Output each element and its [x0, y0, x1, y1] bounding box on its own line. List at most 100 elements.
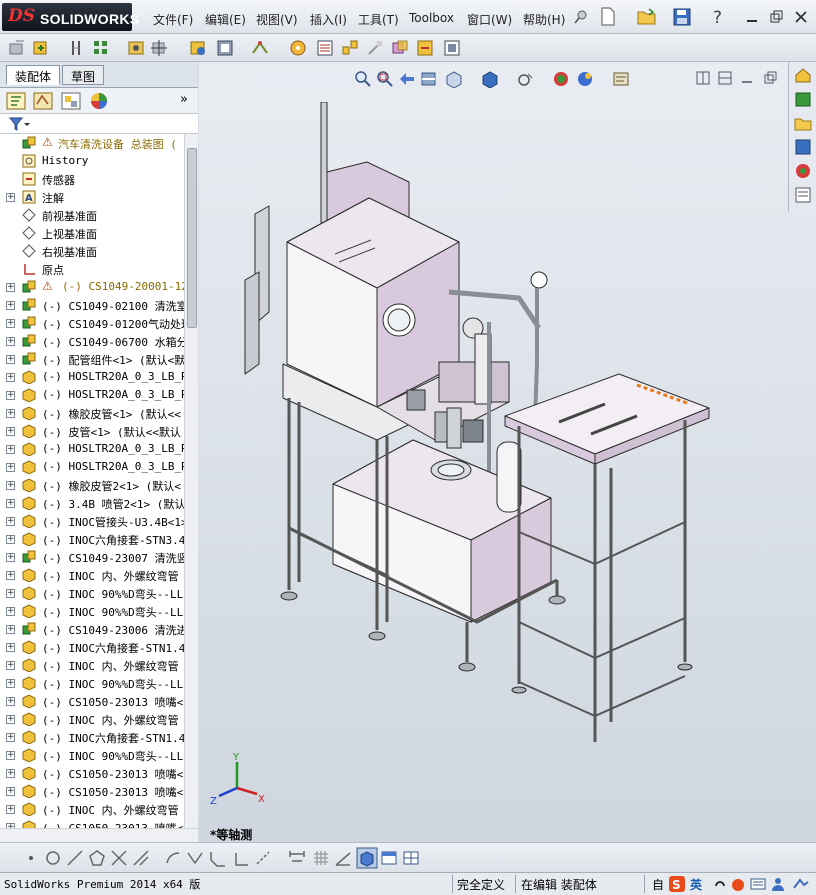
ime-punctuation-icon[interactable] [712, 876, 728, 892]
expand-toggle-icon[interactable]: + [6, 697, 15, 706]
tree-vertical-scrollbar[interactable] [184, 134, 198, 828]
tree-item[interactable]: + (-) INOC六角接套-STN1.4 [0, 638, 184, 656]
assembly-features-icon[interactable] [216, 39, 234, 57]
expand-toggle-icon[interactable]: + [6, 589, 15, 598]
viewport-restore-icon[interactable] [763, 71, 777, 85]
expand-toggle-icon[interactable]: + [6, 643, 15, 652]
tree-item[interactable]: + (-) CS1049-23007 清洗竖 [0, 548, 184, 566]
tree-item[interactable]: 前视基准面 [0, 206, 184, 224]
user-icon[interactable] [770, 876, 786, 892]
ime-language-label[interactable]: 英 [690, 876, 702, 893]
edit-component-icon[interactable] [8, 39, 26, 57]
tree-item[interactable]: + (-) INOC六角接套-STN3.4 [0, 530, 184, 548]
keyboard-icon[interactable] [750, 876, 766, 892]
line-icon[interactable] [66, 849, 84, 867]
tree-item[interactable]: + (-) HOSLTR20A_0_3_LB_RB [0, 440, 184, 458]
display-manager-icon[interactable] [89, 92, 109, 110]
clearance-verification-icon[interactable] [416, 39, 434, 57]
expand-toggle-icon[interactable]: + [6, 535, 15, 544]
tree-item[interactable]: + (-) CS1049-02100 清洗室 [0, 296, 184, 314]
offset-icon[interactable] [164, 849, 182, 867]
expand-toggle-icon[interactable]: + [6, 355, 15, 364]
tree-item[interactable]: + (-) HOSLTR20A_0_3_LB_RB [0, 458, 184, 476]
tree-item[interactable]: + (-) INOC 90%%D弯头--LL [0, 746, 184, 764]
move-component-icon[interactable] [150, 39, 168, 57]
menu-window[interactable]: 窗口(W) [467, 11, 512, 28]
feature-manager-tree-icon[interactable] [6, 92, 26, 110]
grid-icon[interactable] [312, 849, 330, 867]
view-palette-icon[interactable] [794, 138, 812, 156]
tree-item[interactable]: +(-) CS1050-23013 喷嘴<4 [0, 818, 184, 828]
tree-root-assembly[interactable]: ⚠ 汽车清洗设备 总装图 ( [0, 134, 184, 152]
pushpin-icon[interactable] [572, 8, 590, 26]
expand-toggle-icon[interactable]: + [6, 319, 15, 328]
tree-item[interactable]: + (-) 皮管<1> (默认<<默认 [0, 422, 184, 440]
ime-skin-icon[interactable] [730, 876, 746, 892]
sogou-ime-icon[interactable]: S [668, 875, 686, 893]
expand-toggle-icon[interactable]: + [6, 445, 15, 454]
tree-item[interactable]: + (-) 3.4B 喷管2<1> (默认 [0, 494, 184, 512]
tree-item[interactable]: + A 注解 [0, 188, 184, 206]
insert-components-icon[interactable] [32, 39, 50, 57]
custom-properties-icon[interactable] [794, 186, 812, 204]
point-icon[interactable] [24, 851, 38, 865]
tab-assembly[interactable]: 装配体 [6, 65, 61, 85]
tree-item[interactable]: + (-) HOSLTR20A_0_3_LB_RB [0, 368, 184, 386]
expand-toggle-icon[interactable]: + [6, 481, 15, 490]
save-icon[interactable] [673, 8, 691, 26]
tab-sketch[interactable]: 草图 [62, 65, 105, 85]
ime-settings-icon[interactable] [792, 876, 810, 892]
hide-show-items-icon[interactable] [516, 70, 538, 88]
instant3d-icon[interactable] [443, 39, 461, 57]
tree-item[interactable]: + (-) INOC 内、外螺纹弯管 [0, 566, 184, 584]
tree-item[interactable]: + (-) CS1050-23013 喷嘴<2 [0, 764, 184, 782]
graphics-area[interactable]: Y X Z *等轴测 [199, 62, 816, 842]
menu-tools[interactable]: 工具(T) [358, 11, 399, 28]
edit-appearance-icon[interactable] [552, 70, 570, 88]
tree-item[interactable]: + (-) CS1049-01200气动处理 [0, 314, 184, 332]
tree-item[interactable]: + (-) CS1050-23013 喷嘴<3 [0, 782, 184, 800]
menu-help[interactable]: 帮助(H) [523, 11, 565, 28]
expand-toggle-icon[interactable]: + [6, 715, 15, 724]
tree-item[interactable]: + (-) CS1050-23013 喷嘴<1 [0, 692, 184, 710]
expand-toggle-icon[interactable]: + [6, 337, 15, 346]
single-view-icon[interactable] [380, 849, 398, 867]
view-orientation-icon[interactable] [444, 70, 466, 88]
menu-insert[interactable]: 插入(I) [310, 11, 347, 28]
tree-item[interactable]: + (-) INOC六角接套-STN1.4 [0, 728, 184, 746]
tree-item[interactable]: + (-) CS1049-23006 清洗进 [0, 620, 184, 638]
tree-item[interactable]: + (-) 橡胶皮管2<1> (默认< [0, 476, 184, 494]
tree-item[interactable]: + (-) INOC管接头-U3.4B<1> [0, 512, 184, 530]
menu-file[interactable]: 文件(F) [153, 11, 193, 28]
restore-icon[interactable] [769, 10, 783, 24]
menu-edit[interactable]: 编辑(E) [205, 11, 246, 28]
previous-view-icon[interactable] [398, 70, 416, 88]
expand-toggle-icon[interactable]: + [6, 517, 15, 526]
zoom-to-fit-icon[interactable] [354, 70, 372, 88]
close-icon[interactable] [794, 10, 808, 24]
panel-expand-chevron[interactable]: » [180, 92, 188, 107]
filter-icon[interactable] [8, 116, 30, 132]
smart-dimension-icon[interactable] [288, 849, 306, 867]
angle-icon[interactable] [334, 849, 352, 867]
viewport-split-horizontal-icon[interactable] [718, 71, 732, 85]
interference-detection-icon[interactable] [391, 39, 409, 57]
view-settings-icon[interactable] [612, 70, 634, 88]
mirror-icon[interactable] [186, 849, 204, 867]
reference-geometry-icon[interactable] [251, 39, 269, 57]
expand-toggle-icon[interactable]: + [6, 571, 15, 580]
tree-item[interactable]: + (-) INOC 90%%D弯头--LL [0, 602, 184, 620]
tree-item[interactable]: + (-) INOC 内、外螺纹弯管 [0, 800, 184, 818]
expand-toggle-icon[interactable]: + [6, 733, 15, 742]
scrollbar-thumb[interactable] [187, 148, 197, 328]
tree-item[interactable]: History [0, 152, 184, 170]
tree-item[interactable]: + (-) CS1049-06700 水箱分 [0, 332, 184, 350]
expand-toggle-icon[interactable]: + [6, 499, 15, 508]
expand-toggle-icon[interactable]: + [6, 769, 15, 778]
tree-item[interactable]: 上视基准面 [0, 224, 184, 242]
design-library-icon[interactable] [794, 90, 812, 108]
open-folder-icon[interactable] [637, 7, 657, 26]
apply-scene-icon[interactable] [576, 70, 598, 88]
expand-toggle-icon[interactable]: + [6, 787, 15, 796]
expand-toggle-icon[interactable]: + [6, 193, 15, 202]
